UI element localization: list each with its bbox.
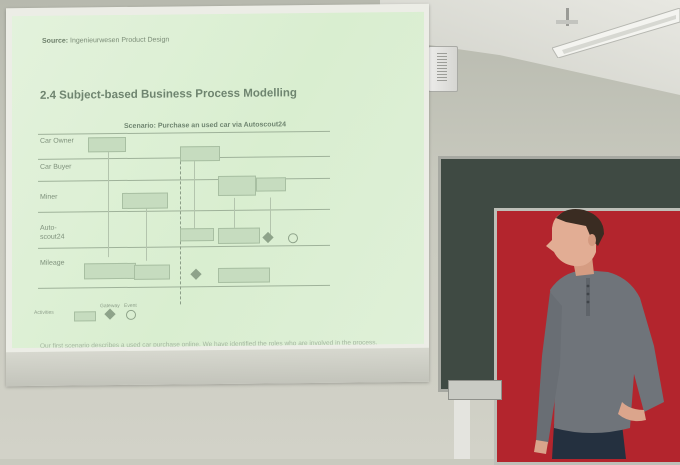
presenter-person [534,209,664,459]
slide-title: 2.4 Subject-based Business Process Model… [40,87,297,102]
source-text: Ingenieurwesen Product Design [70,36,170,45]
wall-pipe [454,400,470,459]
legend-activity-box [74,311,96,322]
scenario-caption: Scenario: Purchase an used car via Autos… [124,121,286,130]
lane-divider [38,244,330,249]
lane-divider [38,130,330,135]
activity-box [180,145,220,162]
lane-divider [38,208,330,213]
activity-box [218,267,270,283]
lane-label-mileage: Mileage [40,259,65,267]
lane-label-car-owner: Car Owner [40,137,74,145]
wall-speaker [428,46,458,92]
flow-line [108,147,109,258]
ceiling-lamp [552,8,680,58]
slide-footer-text: Our first scenario describes a used car … [40,339,378,349]
source-label: Source: [42,37,69,45]
activity-box [256,177,286,192]
end-event-circle [288,233,298,244]
activity-box [134,264,170,280]
lane-label-miner: Miner [40,193,58,201]
screen-bottom-edge [6,347,429,387]
flow-line [194,150,195,235]
projection-screen: Source: Ingenieurwesen Product Design 2.… [6,3,429,387]
flow-line [146,204,147,261]
board-tray [448,380,502,400]
lane-label-car-buyer: Car Buyer [40,163,72,171]
legend-event-circle [126,309,136,320]
legend-event: Event [124,302,137,309]
activity-box [122,192,168,210]
activity-box [180,228,214,242]
flow-line [270,197,271,238]
activity-box [218,175,256,196]
slide-source: Source: Ingenieurwesen Product Design [42,37,169,45]
gateway-diamond [262,231,274,244]
activity-box [84,262,136,280]
activity-box [218,227,260,244]
gateway-diamond [190,268,202,280]
lane-label-autoscout24: Auto- scout24 [40,224,65,241]
activity-box [88,136,126,153]
legend-activities: Activities [34,309,54,316]
legend-gateway-diamond [104,308,116,320]
lane-divider [38,284,330,289]
lane-divider [38,177,330,182]
projected-slide: Source: Ingenieurwesen Product Design 2.… [12,11,424,349]
